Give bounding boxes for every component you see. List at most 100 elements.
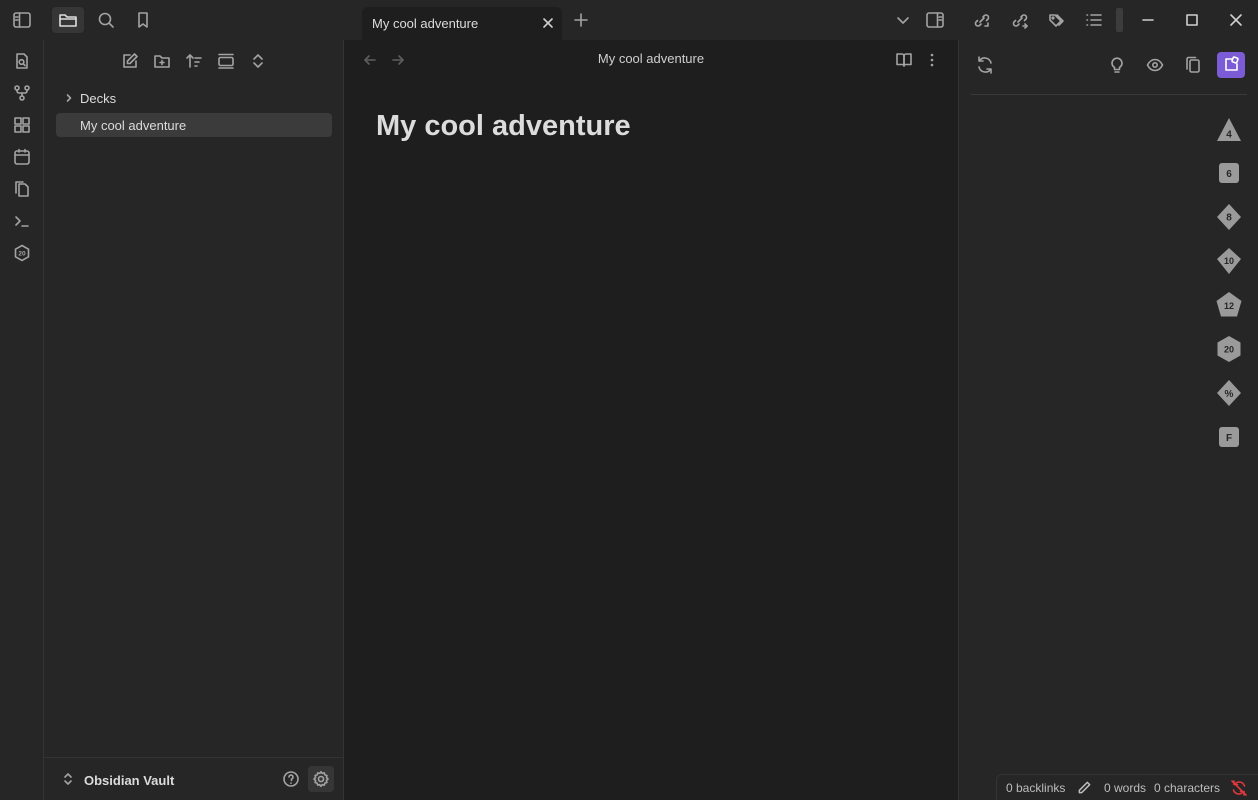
calendar-icon bbox=[14, 148, 30, 165]
chevron-down-icon bbox=[897, 17, 909, 24]
vault-name[interactable]: Obsidian Vault bbox=[84, 773, 174, 788]
dice-d12-button[interactable]: 12 bbox=[1214, 290, 1244, 320]
tags-tab-button[interactable] bbox=[1041, 7, 1073, 33]
open-daily-note-button[interactable] bbox=[9, 144, 35, 170]
open-quick-switcher-button[interactable] bbox=[9, 48, 35, 74]
word-count: 0 words bbox=[1104, 781, 1147, 795]
bookmark-icon bbox=[138, 12, 148, 28]
tree-item-label: Decks bbox=[80, 91, 117, 106]
link-in-icon bbox=[974, 14, 990, 27]
link-out-icon bbox=[1012, 14, 1028, 29]
settings-button[interactable] bbox=[308, 766, 334, 792]
open-command-palette-button[interactable] bbox=[9, 208, 35, 234]
help-circle-icon bbox=[283, 771, 299, 787]
tree-item-decks-folder[interactable]: Decks bbox=[56, 86, 332, 110]
folder-plus-icon bbox=[154, 55, 170, 68]
bookmarks-tab-button[interactable] bbox=[127, 7, 159, 33]
new-note-button[interactable] bbox=[117, 48, 143, 74]
lightbulb-icon bbox=[1111, 57, 1123, 73]
dice-d20-button[interactable]: 20 bbox=[1214, 334, 1244, 364]
open-graph-view-button[interactable] bbox=[9, 80, 35, 106]
note-heading[interactable]: My cool adventure bbox=[376, 110, 631, 143]
maximize-button[interactable] bbox=[1176, 7, 1208, 33]
sidebar-right-icon bbox=[926, 12, 944, 28]
auto-reveal-button[interactable] bbox=[213, 48, 239, 74]
book-open-icon bbox=[896, 53, 912, 67]
git-fork-icon bbox=[14, 85, 30, 101]
svg-text:20: 20 bbox=[18, 251, 26, 258]
preview-button[interactable] bbox=[1141, 52, 1169, 78]
backlinks-count[interactable]: 0 backlinks bbox=[1006, 781, 1065, 795]
help-button[interactable] bbox=[278, 766, 304, 792]
eye-icon bbox=[1146, 58, 1164, 72]
gallery-vertical-icon bbox=[218, 53, 234, 69]
edit-icon bbox=[123, 53, 138, 68]
outgoing-links-tab-button[interactable] bbox=[1004, 7, 1036, 33]
close-icon bbox=[1230, 14, 1242, 26]
minimize-button[interactable] bbox=[1132, 7, 1164, 33]
dice-d8-button[interactable]: 8 bbox=[1214, 202, 1244, 232]
dice-fudge-label: F bbox=[1226, 433, 1232, 444]
file-search-icon bbox=[16, 53, 28, 69]
dice-d20-icon: 20 bbox=[14, 244, 30, 262]
dice-view-button[interactable] bbox=[1217, 52, 1245, 78]
title-bar: My cool adventure bbox=[0, 0, 1258, 40]
tags-icon bbox=[1049, 14, 1064, 27]
close-window-button[interactable] bbox=[1220, 7, 1252, 33]
dice-d8-label: 8 bbox=[1226, 213, 1232, 224]
sync-disabled-icon[interactable] bbox=[1230, 779, 1248, 797]
change-sort-order-button[interactable] bbox=[181, 48, 207, 74]
minimize-icon bbox=[1142, 19, 1154, 21]
dice-d6-button[interactable]: 6 bbox=[1214, 158, 1244, 188]
outline-tab-button[interactable] bbox=[1078, 7, 1110, 33]
new-tab-button[interactable] bbox=[565, 7, 597, 33]
expand-all-button[interactable] bbox=[245, 48, 271, 74]
open-canvas-button[interactable] bbox=[9, 112, 35, 138]
search-icon bbox=[98, 12, 114, 28]
maximize-icon bbox=[1186, 14, 1198, 26]
editor-pane: My cool adventure My cool adventure bbox=[344, 40, 958, 800]
more-options-button[interactable] bbox=[920, 48, 944, 72]
insert-template-button[interactable] bbox=[9, 176, 35, 202]
note-tab[interactable]: My cool adventure bbox=[362, 7, 562, 40]
pencil-icon[interactable] bbox=[1077, 780, 1092, 795]
folder-icon bbox=[59, 14, 77, 27]
dice-d4-button[interactable]: 4 bbox=[1214, 115, 1244, 145]
dice-roller-button[interactable]: 20 bbox=[9, 240, 35, 266]
dice-d4-label: 4 bbox=[1226, 130, 1232, 141]
dice-fudge-button[interactable]: F bbox=[1214, 422, 1244, 452]
new-folder-button[interactable] bbox=[149, 48, 175, 74]
view-header-title[interactable]: My cool adventure bbox=[344, 51, 958, 66]
search-tab-button[interactable] bbox=[90, 7, 122, 33]
sort-icon bbox=[186, 54, 202, 68]
dice-d12-label: 12 bbox=[1224, 301, 1234, 311]
title-bar-divider bbox=[1116, 8, 1123, 32]
tree-item-my-cool-adventure[interactable]: My cool adventure bbox=[56, 113, 332, 137]
files-tab-button[interactable] bbox=[52, 7, 84, 33]
vault-switcher-bar: Obsidian Vault bbox=[44, 757, 344, 800]
dice-percentile-button[interactable]: % bbox=[1214, 378, 1244, 408]
sidebar-left-icon bbox=[13, 12, 31, 28]
toggle-left-sidebar-button[interactable] bbox=[6, 7, 38, 33]
tab-list-dropdown-button[interactable] bbox=[887, 7, 919, 33]
dice-d20-label: 20 bbox=[1224, 345, 1234, 355]
chevrons-up-down-icon[interactable] bbox=[60, 771, 76, 787]
refresh-icon bbox=[978, 56, 992, 74]
backlinks-tab-button[interactable] bbox=[966, 7, 998, 33]
chevron-right-icon bbox=[63, 92, 75, 104]
right-sidebar: 4 6 8 10 12 20 % F bbox=[958, 40, 1258, 800]
more-vertical-icon bbox=[930, 53, 934, 67]
refresh-button[interactable] bbox=[971, 52, 999, 78]
gear-icon bbox=[313, 771, 329, 787]
tree-item-label: My cool adventure bbox=[80, 118, 187, 133]
toggle-right-sidebar-button[interactable] bbox=[919, 7, 951, 33]
ribbon: 20 bbox=[0, 40, 44, 800]
dice-percentile-label: % bbox=[1225, 389, 1234, 400]
close-tab-icon[interactable] bbox=[540, 15, 556, 31]
chevrons-up-down-icon bbox=[253, 54, 263, 68]
hint-button[interactable] bbox=[1103, 52, 1131, 78]
character-count: 0 characters bbox=[1154, 781, 1221, 795]
reading-view-button[interactable] bbox=[892, 48, 916, 72]
dice-d10-button[interactable]: 10 bbox=[1214, 246, 1244, 276]
copy-button[interactable] bbox=[1179, 52, 1207, 78]
